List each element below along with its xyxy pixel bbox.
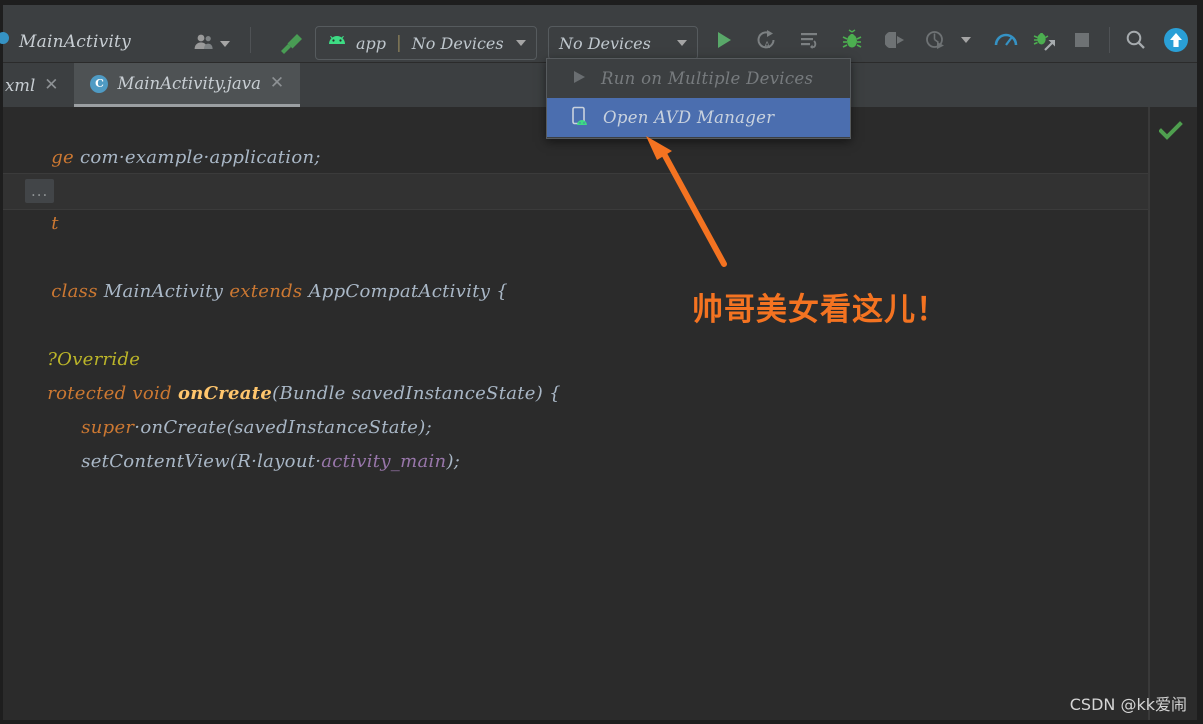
editor-panel: xml ✕ C MainActivity.java ✕ ge com·examp… <box>3 63 1197 720</box>
code-token: AppCompatActivity { <box>308 281 508 302</box>
menu-item-label: Run on Multiple Devices <box>601 69 814 88</box>
menu-item-run-on-multiple-devices[interactable]: Run on Multiple Devices <box>547 59 850 98</box>
avatar-dropdown[interactable] <box>193 33 230 55</box>
build-button[interactable] <box>275 29 305 63</box>
tab-label: xml <box>5 75 36 95</box>
code-line: ?Override <box>3 309 140 370</box>
code-token: setContentView(R·layout· <box>81 451 322 472</box>
inspection-gutter[interactable] <box>1149 107 1197 720</box>
menu-item-open-avd-manager[interactable]: Open AVD Manager <box>547 98 850 137</box>
tab-mainactivity-java[interactable]: C MainActivity.java ✕ <box>74 63 301 107</box>
watermark: CSDN @kk爱闹 <box>1069 695 1187 714</box>
code-token: t <box>51 213 65 234</box>
run-configuration-selector[interactable]: app | No Devices <box>315 26 537 60</box>
device-selector-label: No Devices <box>559 33 651 53</box>
apply-changes-and-restart-button[interactable]: A <box>753 27 779 53</box>
code-line: super·onCreate(savedInstanceState); <box>33 377 432 438</box>
window-frame-bottom <box>0 720 1203 724</box>
code-line: setContentView(R·layout·activity_main); <box>33 411 460 472</box>
android-studio-window: MainActivity app | No Devices No Devices… <box>0 0 1203 724</box>
breadcrumb[interactable]: MainActivity <box>19 32 131 52</box>
code-token: activity_main <box>321 451 447 472</box>
device-dropdown-menu: Run on Multiple Devices Open AVD Manager <box>546 58 851 139</box>
more-run-options-button[interactable] <box>953 27 979 53</box>
caret-row-highlight <box>3 173 1149 209</box>
tab-label: MainActivity.java <box>117 74 261 93</box>
tab-xml[interactable]: xml ✕ <box>3 63 75 107</box>
device-selector-dropdown[interactable]: No Devices <box>548 26 698 60</box>
chevron-down-icon <box>515 40 526 46</box>
close-icon[interactable]: ✕ <box>270 75 284 92</box>
window-frame-right <box>1197 0 1203 724</box>
code-token: MainActivity <box>103 281 230 302</box>
code-line: rotected void onCreate(Bundle savedInsta… <box>3 343 561 404</box>
run-config-module: app <box>356 33 387 53</box>
update-project-button[interactable] <box>1163 27 1189 53</box>
run-with-coverage-button[interactable] <box>923 27 949 53</box>
breadcrumb-class-icon <box>0 32 9 44</box>
user-avatar-icon <box>193 33 215 55</box>
debug-button[interactable] <box>839 27 865 53</box>
run-config-separator: | <box>396 33 402 53</box>
stop-button[interactable] <box>1069 27 1095 53</box>
chevron-down-icon <box>677 40 687 46</box>
caret-row-bottom-border <box>3 209 1149 210</box>
profiler-button[interactable] <box>993 27 1019 53</box>
code-line: ge com·example·application; <box>3 107 321 168</box>
apply-code-changes-button[interactable] <box>797 27 823 53</box>
chevron-down-icon <box>220 41 230 47</box>
svg-text:A: A <box>764 41 771 51</box>
chevron-down-icon <box>961 37 971 43</box>
run-config-device: No Devices <box>411 33 504 53</box>
main-toolbar: MainActivity app | No Devices No Devices… <box>0 5 1197 63</box>
code-token: ); <box>446 451 461 472</box>
java-class-icon: C <box>90 74 109 93</box>
code-token: ge <box>51 147 80 168</box>
play-triangle-icon <box>571 69 587 89</box>
attach-debugger-button[interactable] <box>883 27 909 53</box>
avd-device-icon <box>571 106 589 130</box>
toolbar-separator-1 <box>250 27 251 53</box>
code-token: extends <box>229 281 309 302</box>
annotation-callout-text: 帅哥美女看这儿！ <box>692 292 948 328</box>
run-button[interactable] <box>711 27 737 53</box>
green-check-icon[interactable] <box>1158 121 1183 145</box>
close-icon[interactable]: ✕ <box>44 76 58 94</box>
attach-debugger-to-process-button[interactable] <box>1031 27 1057 53</box>
code-token: class <box>51 281 104 302</box>
search-everywhere-button[interactable] <box>1123 27 1149 53</box>
toolbar-separator-2 <box>1109 27 1110 53</box>
code-editor[interactable]: ge com·example·application; t ... class … <box>3 107 1197 720</box>
android-head-icon <box>326 34 348 53</box>
menu-item-label: Open AVD Manager <box>603 108 775 127</box>
code-fold-marker[interactable]: ... <box>25 179 55 203</box>
code-line: class MainActivity extends AppCompatActi… <box>3 241 508 302</box>
code-token: com·example·application; <box>79 147 321 168</box>
